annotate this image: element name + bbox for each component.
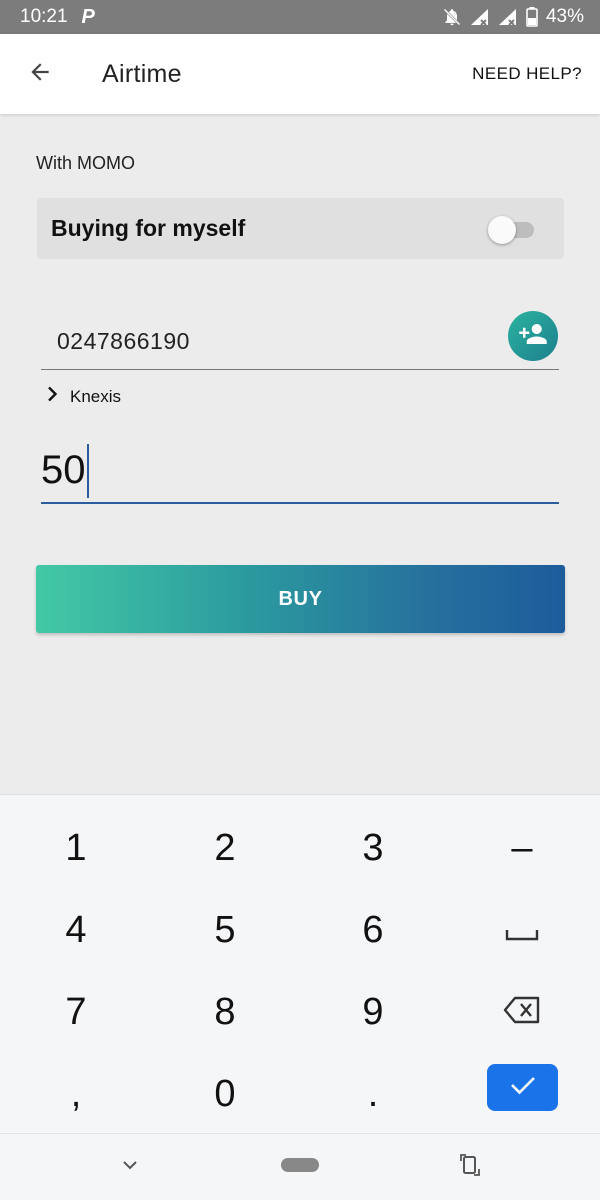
key-4[interactable]: 4 xyxy=(1,889,151,971)
system-nav-bar xyxy=(0,1133,600,1200)
notifications-off-icon xyxy=(442,7,462,27)
parking-notification-icon: P xyxy=(81,5,95,28)
key-8[interactable]: 8 xyxy=(150,971,300,1053)
person-add-icon xyxy=(518,319,548,354)
key-0[interactable]: 0 xyxy=(150,1053,300,1135)
chevron-down-icon xyxy=(121,1158,139,1176)
network-selector[interactable]: Knexis xyxy=(46,386,121,407)
screen-rotation-icon xyxy=(460,1152,480,1183)
buying-for-myself-switch[interactable] xyxy=(488,215,534,244)
app-bar: Airtime NEED HELP? xyxy=(0,34,600,114)
status-icons: 43% xyxy=(442,6,584,28)
rotate-button[interactable] xyxy=(452,1150,488,1184)
signal-icon xyxy=(470,8,490,26)
key-7[interactable]: 7 xyxy=(1,971,151,1053)
battery-level: 43% xyxy=(545,6,584,27)
status-time: 10:21 xyxy=(20,6,68,27)
amount-field xyxy=(41,440,559,504)
phone-number-field xyxy=(41,320,559,370)
need-help-button[interactable]: NEED HELP? xyxy=(472,64,582,84)
chevron-right-icon xyxy=(46,386,60,407)
key-comma[interactable]: , xyxy=(1,1053,151,1135)
status-bar: 10:21 P 43% xyxy=(0,0,600,34)
hide-keyboard-button[interactable] xyxy=(110,1152,150,1182)
key-9[interactable]: 9 xyxy=(298,971,448,1053)
arrow-back-icon xyxy=(27,59,53,90)
backspace-icon xyxy=(503,991,541,1034)
battery-icon xyxy=(526,7,538,27)
key-space[interactable] xyxy=(447,889,597,971)
key-5[interactable]: 5 xyxy=(150,889,300,971)
done-button[interactable] xyxy=(487,1064,558,1111)
network-name: Knexis xyxy=(70,386,122,406)
buy-button[interactable]: BUY xyxy=(36,565,565,633)
home-pill-icon xyxy=(280,1157,320,1178)
key-backspace[interactable] xyxy=(447,971,597,1053)
payment-method-label: With MOMO xyxy=(36,153,135,173)
key-2[interactable]: 2 xyxy=(150,807,300,889)
phone-number-input[interactable] xyxy=(57,328,477,355)
home-button[interactable] xyxy=(275,1154,325,1180)
key-1[interactable]: 1 xyxy=(1,807,151,889)
numeric-keyboard: 1 2 3 – 4 5 6 7 8 9 , 0 . xyxy=(0,794,600,1133)
space-icon xyxy=(505,909,539,952)
key-6[interactable]: 6 xyxy=(298,889,448,971)
key-period[interactable]: . xyxy=(298,1053,448,1135)
switch-thumb xyxy=(488,215,516,244)
add-contact-button[interactable] xyxy=(508,311,558,361)
back-button[interactable] xyxy=(0,34,80,114)
checkmark-icon xyxy=(510,1075,536,1100)
buying-for-myself-label: Buying for myself xyxy=(51,215,246,241)
text-cursor xyxy=(87,444,89,498)
key-3[interactable]: 3 xyxy=(298,807,448,889)
signal-icon-2 xyxy=(498,8,518,26)
key-minus[interactable]: – xyxy=(447,807,597,889)
page-title: Airtime xyxy=(102,59,182,88)
buying-for-myself-card: Buying for myself xyxy=(37,198,564,259)
amount-input[interactable] xyxy=(41,448,341,493)
